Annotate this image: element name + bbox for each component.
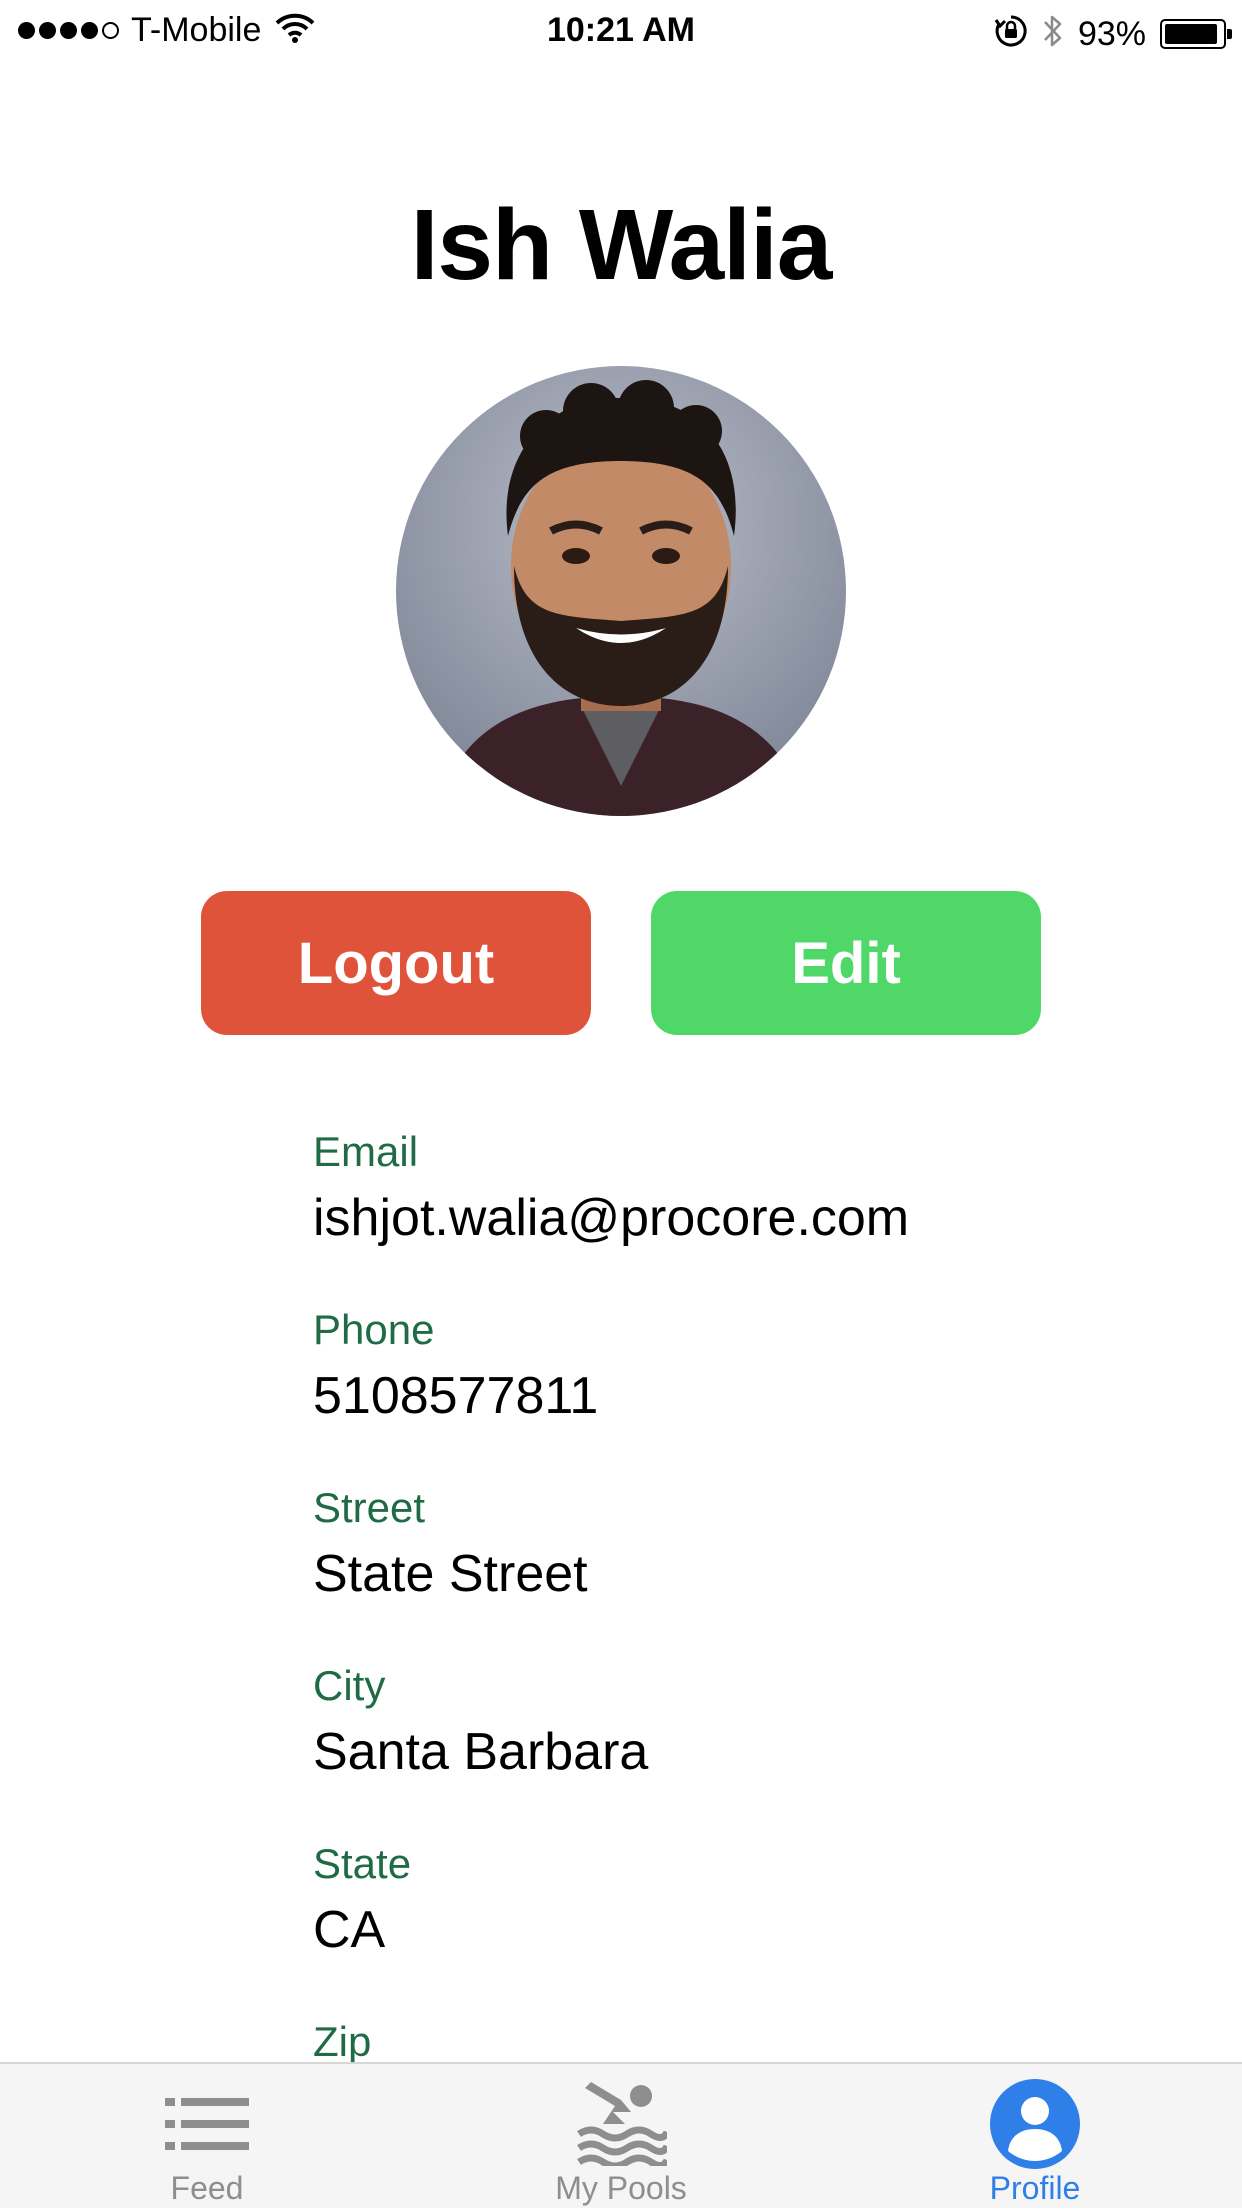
tab-feed[interactable]: Feed — [0, 2064, 414, 2210]
city-field: City Santa Barbara — [313, 1656, 1113, 1788]
status-bar: T-Mobile 10:21 AM 93% — [0, 0, 1242, 60]
user-circle-icon — [990, 2078, 1080, 2170]
status-right: 93% — [994, 12, 1232, 55]
tab-bar: Feed My Pools Profile — [0, 2062, 1242, 2208]
avatar[interactable] — [396, 366, 846, 816]
state-label: State — [313, 1840, 412, 1887]
phone-value: 5108577811 — [313, 1367, 599, 1425]
phone-label: Phone — [313, 1306, 435, 1353]
email-label: Email — [313, 1128, 419, 1175]
profile-details: Email ishjot.walia@procore.com Phone 510… — [313, 1122, 1113, 2118]
edit-button[interactable]: Edit — [651, 891, 1041, 1035]
orientation-lock-icon — [994, 14, 1028, 53]
swimmer-icon — [575, 2078, 667, 2170]
tab-profile[interactable]: Profile — [828, 2064, 1242, 2210]
battery-percent: 93% — [1077, 14, 1146, 53]
logout-button[interactable]: Logout — [201, 891, 591, 1035]
tab-profile-label: Profile — [989, 2170, 1081, 2206]
state-field: State CA — [313, 1834, 1113, 1966]
list-icon — [165, 2078, 249, 2170]
street-label: Street — [313, 1484, 426, 1531]
profile-name: Ish Walia — [410, 189, 833, 301]
email-field: Email ishjot.walia@procore.com — [313, 1122, 1113, 1254]
tab-feed-label: Feed — [170, 2170, 244, 2206]
phone-field: Phone 5108577811 — [313, 1300, 1113, 1432]
email-value: ishjot.walia@procore.com — [313, 1189, 910, 1247]
street-value: State Street — [313, 1545, 588, 1603]
state-value: CA — [313, 1901, 386, 1959]
city-value: Santa Barbara — [313, 1723, 649, 1781]
tab-my-pools-label: My Pools — [555, 2170, 687, 2206]
battery-icon — [1160, 18, 1232, 49]
city-label: City — [313, 1662, 386, 1709]
battery-fill — [1165, 23, 1218, 44]
avatar-photo — [396, 366, 846, 816]
street-field: Street State Street — [313, 1478, 1113, 1610]
tab-my-pools[interactable]: My Pools — [414, 2064, 828, 2210]
bluetooth-icon — [1042, 12, 1064, 55]
